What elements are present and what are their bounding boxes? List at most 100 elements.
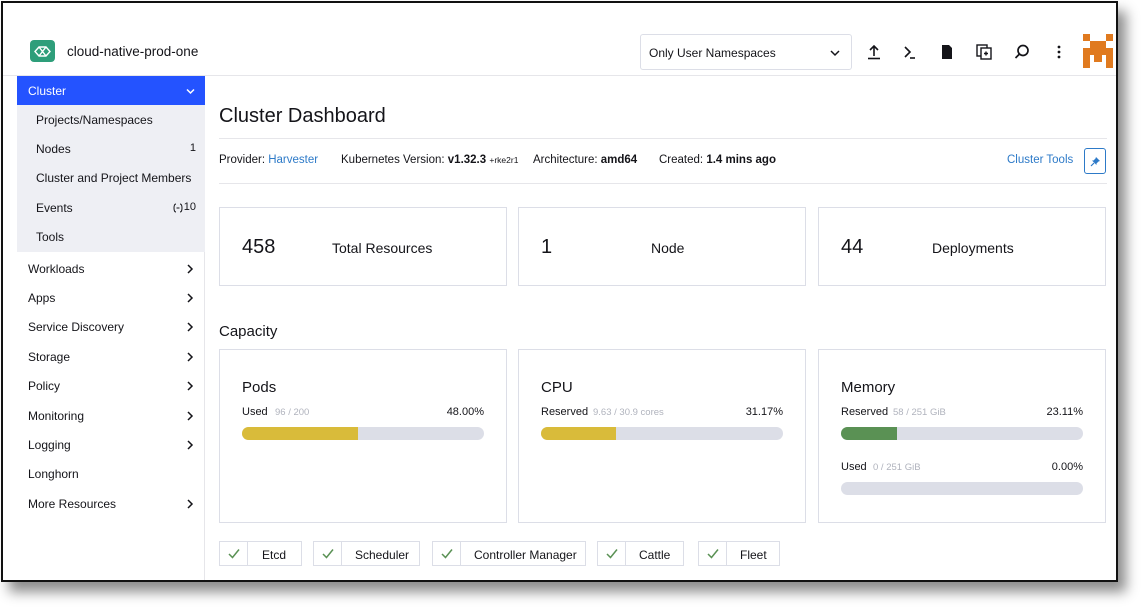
check-icon	[606, 549, 618, 559]
card-title: CPU	[541, 379, 573, 396]
stat-value: 1	[541, 236, 553, 258]
component-label: Etcd	[262, 548, 287, 562]
check-icon	[228, 549, 240, 559]
divider	[341, 542, 342, 565]
stat-nodes[interactable]: 1 Node	[518, 207, 806, 286]
user-avatar[interactable]	[1083, 34, 1113, 68]
sidebar-item-logging[interactable]: Logging	[17, 430, 205, 459]
component-status-controller-manager[interactable]: Controller Manager	[432, 541, 586, 566]
sidebar-item-label: Policy	[28, 379, 61, 393]
usage-progress-bar	[242, 427, 484, 440]
sidebar-item-workloads[interactable]: Workloads	[17, 254, 205, 283]
chevron-right-icon	[187, 322, 194, 332]
component-label: Fleet	[740, 548, 767, 562]
sidebar-item-cluster[interactable]: Cluster	[17, 76, 205, 105]
chevron-right-icon	[187, 499, 194, 509]
created-label: Created:	[659, 154, 704, 166]
capacity-title: Capacity	[219, 323, 278, 340]
kubernetes-version-info: Kubernetes Version: v1.32.3 +rke2r1	[341, 154, 518, 166]
chevron-right-icon	[187, 352, 194, 362]
sidebar-item-nodes[interactable]: Nodes 1	[17, 134, 205, 163]
main-content: Cluster Dashboard Provider: Harvester Ku…	[219, 76, 1107, 580]
usage-label: Used	[841, 461, 867, 473]
provider-info: Provider: Harvester	[219, 154, 318, 166]
sidebar-item-label: Workloads	[28, 262, 85, 276]
sidebar: Cluster Projects/Namespaces Nodes 1 Clus…	[17, 76, 205, 580]
sidebar-item-label: Cluster	[28, 84, 67, 98]
sidebar-item-storage[interactable]: Storage	[17, 342, 205, 371]
usage-detail: 0 / 251 GiB	[873, 462, 921, 473]
sidebar-item-label: Service Discovery	[28, 320, 125, 334]
component-label: Scheduler	[355, 548, 410, 562]
count-badge: 10	[183, 201, 196, 213]
divider	[460, 542, 461, 565]
capacity-cpu-card: CPU Reserved 9.63 / 30.9 cores 31.17%	[518, 349, 806, 523]
usage-label: Used	[242, 406, 268, 418]
divider	[726, 542, 727, 565]
sidebar-item-longhorn[interactable]: Longhorn	[17, 459, 205, 488]
search-icon[interactable]	[1013, 43, 1031, 61]
stat-deployments[interactable]: 44 Deployments	[818, 207, 1106, 286]
component-label: Controller Manager	[474, 548, 577, 562]
cluster-tools-link[interactable]: Cluster Tools	[1007, 154, 1073, 166]
upload-icon[interactable]	[865, 43, 883, 61]
sidebar-item-cluster-project-members[interactable]: Cluster and Project Members	[17, 163, 205, 192]
stat-value: 458	[242, 236, 276, 258]
count-badge: 1	[189, 142, 196, 154]
stat-total-resources[interactable]: 458 Total Resources	[219, 207, 507, 286]
sidebar-item-projects-namespaces[interactable]: Projects/Namespaces	[17, 105, 205, 134]
namespace-filter-select[interactable]: Only User Namespaces	[640, 34, 852, 70]
component-status-cattle[interactable]: Cattle	[597, 541, 684, 566]
usage-progress-fill	[242, 427, 359, 440]
copy-config-icon[interactable]	[975, 43, 993, 61]
stat-label: Total Resources	[332, 240, 433, 256]
sidebar-item-label: Monitoring	[28, 409, 85, 423]
sidebar-item-apps[interactable]: Apps	[17, 283, 205, 312]
sidebar-item-policy[interactable]: Policy	[17, 371, 205, 400]
card-title: Memory	[841, 379, 896, 396]
namespace-filter-value: Only User Namespaces	[649, 46, 776, 60]
pin-button[interactable]	[1084, 148, 1106, 174]
usage-row: Reserved 58 / 251 GiB 23.11%	[841, 406, 1083, 420]
usage-detail: 9.63 / 30.9 cores	[593, 407, 664, 418]
sidebar-item-label: Cluster and Project Members	[36, 171, 192, 185]
usage-label: Reserved	[841, 406, 889, 418]
provider-link[interactable]: Harvester	[268, 154, 318, 166]
component-status-etcd[interactable]: Etcd	[219, 541, 302, 566]
stat-label: Node	[651, 240, 685, 256]
usage-progress-fill	[541, 427, 617, 440]
sidebar-item-service-discovery[interactable]: Service Discovery	[17, 312, 205, 341]
harvester-logo-icon[interactable]	[30, 40, 55, 62]
component-status-scheduler[interactable]: Scheduler	[313, 541, 420, 566]
component-status-fleet[interactable]: Fleet	[698, 541, 780, 566]
chevron-right-icon	[187, 381, 194, 391]
sidebar-item-more-resources[interactable]: More Resources	[17, 489, 205, 518]
sidebar-item-monitoring[interactable]: Monitoring	[17, 401, 205, 430]
usage-row: Used 0 / 251 GiB 0.00%	[841, 461, 1083, 475]
provider-label: Provider:	[219, 154, 266, 166]
usage-progress-fill	[841, 427, 897, 440]
check-icon	[707, 549, 719, 559]
sidebar-item-tools[interactable]: Tools	[17, 222, 205, 251]
terminal-icon[interactable]	[901, 43, 919, 61]
chevron-right-icon	[187, 293, 194, 303]
chevron-right-icon	[187, 411, 194, 421]
more-vertical-icon[interactable]	[1050, 43, 1068, 61]
file-icon[interactable]	[938, 43, 956, 61]
usage-percent: 0.00%	[1051, 461, 1083, 473]
created-info: Created: 1.4 mins ago	[659, 154, 776, 166]
k8s-version-suffix: +rke2r1	[489, 155, 519, 165]
pin-icon	[1090, 157, 1100, 167]
namespaced-icon	[173, 203, 183, 213]
check-icon	[322, 549, 334, 559]
usage-detail: 58 / 251 GiB	[893, 407, 946, 418]
component-label: Cattle	[639, 548, 671, 562]
sidebar-item-label: Projects/Namespaces	[36, 113, 153, 127]
sidebar-item-events[interactable]: Events 10	[17, 193, 205, 222]
top-header: cloud-native-prod-one Only User Namespac…	[3, 3, 1116, 76]
stat-value: 44	[841, 236, 864, 258]
created-value: 1.4 mins ago	[706, 154, 776, 166]
divider	[625, 542, 626, 565]
architecture-label: Architecture:	[533, 154, 598, 166]
divider	[247, 542, 248, 565]
